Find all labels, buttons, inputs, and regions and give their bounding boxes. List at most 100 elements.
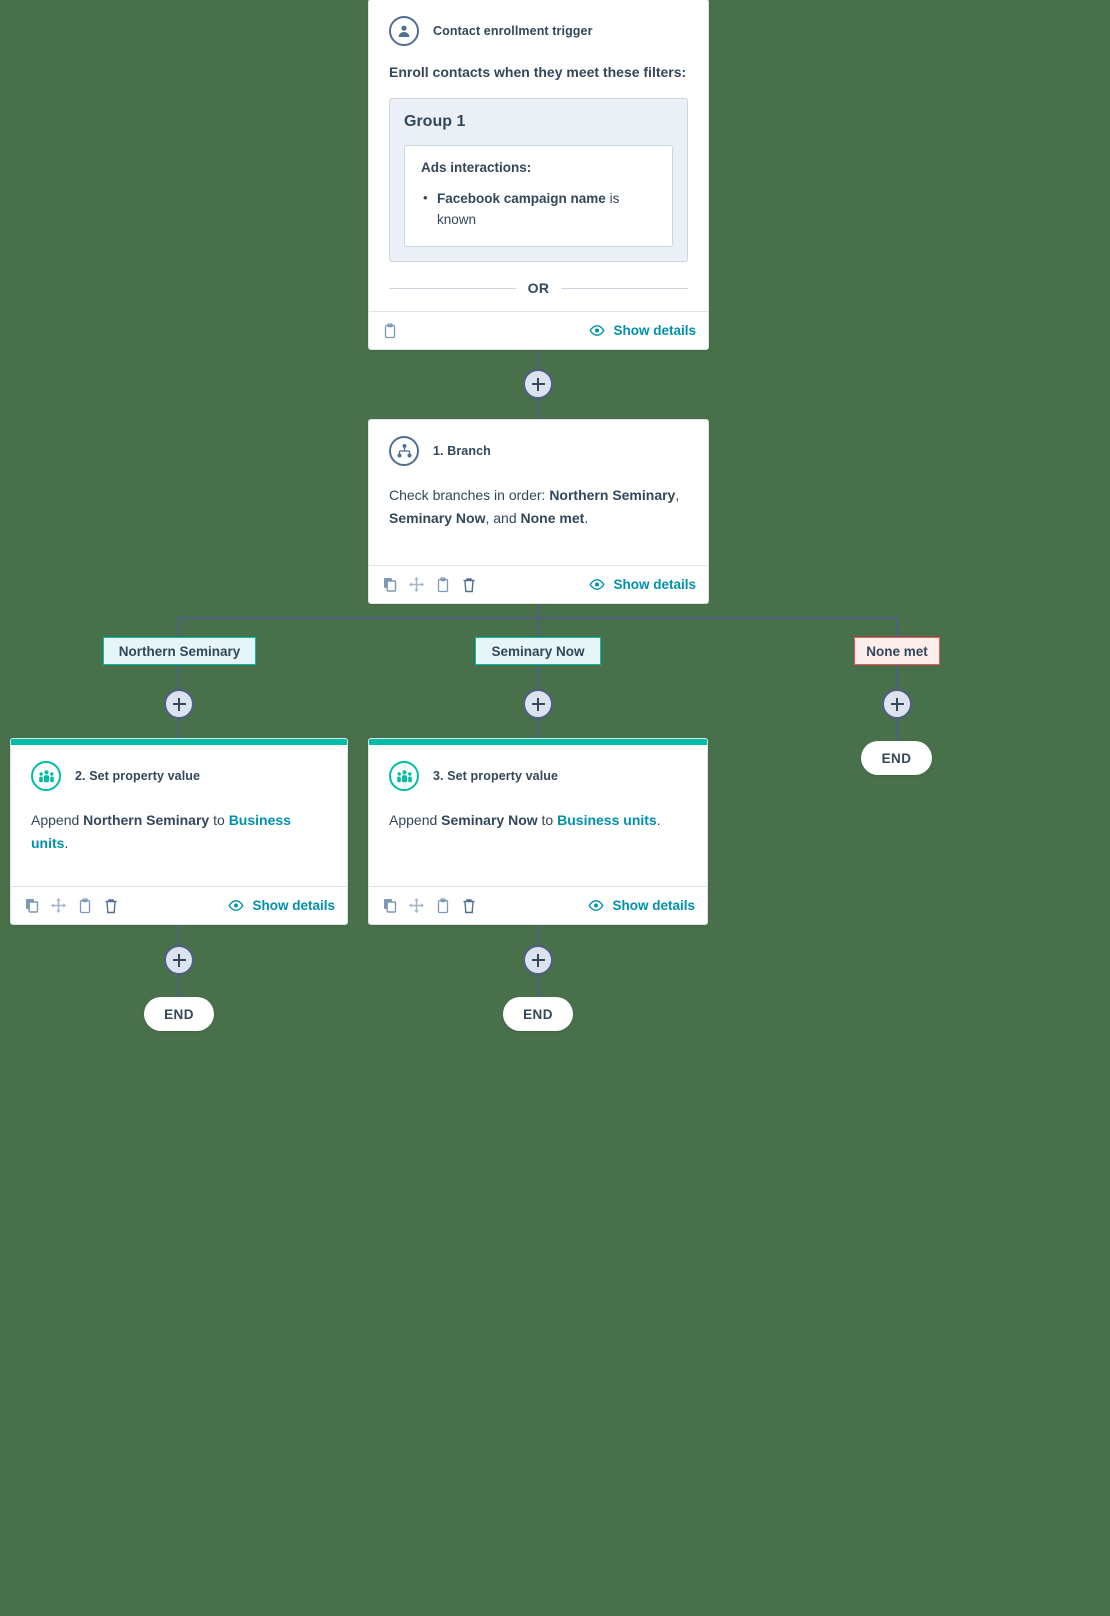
branch-description: Check branches in order: Northern Semina… — [389, 484, 688, 530]
end-node-branch-2[interactable]: END — [503, 997, 573, 1031]
connector-line — [538, 719, 540, 739]
connector-line — [538, 399, 540, 419]
action-card-3[interactable]: 3. Set property value Append Seminary No… — [368, 738, 708, 925]
action-3-header: 3. Set property value — [389, 761, 687, 791]
trash-icon[interactable] — [462, 898, 476, 914]
branch-label-none-met[interactable]: None met — [854, 637, 940, 665]
action-value: Seminary Now — [441, 812, 538, 828]
end-label: END — [164, 1006, 194, 1022]
branch-card-footer: Show details — [369, 565, 708, 603]
trash-icon[interactable] — [462, 577, 476, 593]
action-3-title: 3. Set property value — [433, 769, 559, 783]
end-label: END — [881, 750, 912, 766]
branch-footer-actions — [383, 576, 476, 593]
filter-condition: Facebook campaign name is known — [421, 187, 656, 230]
action-3-footer-actions — [383, 897, 476, 914]
action-desc-prefix: Append — [389, 812, 442, 828]
action-desc-mid: to — [209, 812, 229, 828]
branch-name-1: Northern Seminary — [549, 487, 676, 503]
clipboard-icon[interactable] — [436, 897, 450, 914]
branch-desc-sep-1: , — [675, 487, 680, 503]
action-3-show-details-button[interactable]: Show details — [588, 898, 695, 913]
add-step-after-trigger[interactable] — [523, 369, 553, 399]
branch-desc-sep-2: , and — [485, 510, 521, 526]
branch-show-details-button[interactable]: Show details — [589, 577, 696, 592]
action-value: Northern Seminary — [83, 812, 210, 828]
branch-label-text: Seminary Now — [491, 643, 585, 659]
move-icon[interactable] — [409, 898, 424, 913]
clipboard-icon[interactable] — [436, 576, 450, 593]
action-2-header: 2. Set property value — [31, 761, 327, 791]
trigger-show-details-label: Show details — [613, 323, 696, 338]
contact-icon — [389, 16, 419, 46]
trigger-card[interactable]: Contact enrollment trigger Enroll contac… — [368, 0, 709, 350]
trigger-lead-text: Enroll contacts when they meet these fil… — [389, 64, 687, 80]
eye-icon — [228, 900, 245, 911]
copy-icon[interactable] — [383, 577, 397, 592]
connector-line — [178, 719, 180, 739]
branch-card[interactable]: 1. Branch Check branches in order: North… — [368, 419, 709, 604]
eye-icon — [589, 325, 606, 336]
add-step-after-action-2[interactable] — [164, 945, 194, 975]
branch-name-2: Seminary Now — [389, 510, 486, 526]
eye-icon — [589, 579, 606, 590]
trigger-header: Contact enrollment trigger — [389, 16, 688, 46]
branch-header: 1. Branch — [389, 436, 688, 466]
action-desc-prefix: Append — [31, 812, 84, 828]
or-rule-right — [561, 287, 688, 289]
workflow-canvas: Contact enrollment trigger Enroll contac… — [0, 0, 1110, 1616]
branch-label-text: None met — [866, 643, 928, 659]
eye-icon — [588, 900, 605, 911]
connector-line — [538, 975, 540, 998]
connector-line — [178, 617, 180, 637]
connector-line — [896, 719, 898, 741]
trigger-footer-actions — [383, 322, 397, 339]
connector-line — [538, 925, 540, 945]
branch-label-seminary-now[interactable]: Seminary Now — [475, 637, 601, 665]
branch-name-3: None met — [520, 510, 585, 526]
connector-line — [538, 617, 540, 637]
trigger-card-footer: Show details — [369, 311, 708, 349]
add-step-branch-1[interactable] — [164, 689, 194, 719]
end-node-none-met[interactable]: END — [861, 741, 932, 775]
action-2-show-details-button[interactable]: Show details — [228, 898, 335, 913]
action-desc-suffix: . — [64, 835, 69, 851]
clipboard-icon[interactable] — [383, 322, 397, 339]
trigger-show-details-button[interactable]: Show details — [589, 323, 696, 338]
copy-icon[interactable] — [25, 898, 39, 913]
filter-group-1[interactable]: Group 1 Ads interactions: Facebook campa… — [389, 98, 688, 262]
connector-line — [178, 925, 180, 945]
trigger-title: Contact enrollment trigger — [433, 24, 593, 38]
move-icon[interactable] — [409, 577, 424, 592]
connector-line — [538, 350, 540, 370]
set-property-icon — [389, 761, 419, 791]
action-card-2[interactable]: 2. Set property value Append Northern Se… — [10, 738, 348, 925]
set-property-icon — [31, 761, 61, 791]
filter-card[interactable]: Ads interactions: Facebook campaign name… — [404, 145, 673, 247]
add-step-branch-2[interactable] — [523, 689, 553, 719]
connector-line — [896, 617, 898, 637]
action-2-title: 2. Set property value — [75, 769, 201, 783]
branch-label-text: Northern Seminary — [118, 643, 241, 659]
action-2-show-details-label: Show details — [252, 898, 335, 913]
clipboard-icon[interactable] — [78, 897, 92, 914]
action-desc-mid: to — [537, 812, 558, 828]
end-node-branch-1[interactable]: END — [144, 997, 214, 1031]
move-icon[interactable] — [51, 898, 66, 913]
action-property-link[interactable]: Business units — [557, 812, 657, 828]
copy-icon[interactable] — [383, 898, 397, 913]
action-2-description: Append Northern Seminary to Business uni… — [31, 809, 327, 855]
branch-title: 1. Branch — [433, 444, 491, 458]
action-2-footer: Show details — [11, 886, 347, 924]
connector-line — [538, 665, 540, 690]
branch-desc-suffix: . — [584, 510, 589, 526]
trash-icon[interactable] — [104, 898, 118, 914]
add-step-after-action-3[interactable] — [523, 945, 553, 975]
or-divider: OR — [389, 280, 688, 296]
group-title: Group 1 — [404, 113, 466, 130]
branch-label-northern-seminary[interactable]: Northern Seminary — [103, 637, 256, 665]
or-rule-left — [389, 287, 516, 289]
connector-line — [896, 665, 898, 690]
action-2-footer-actions — [25, 897, 118, 914]
add-step-branch-3[interactable] — [882, 689, 912, 719]
